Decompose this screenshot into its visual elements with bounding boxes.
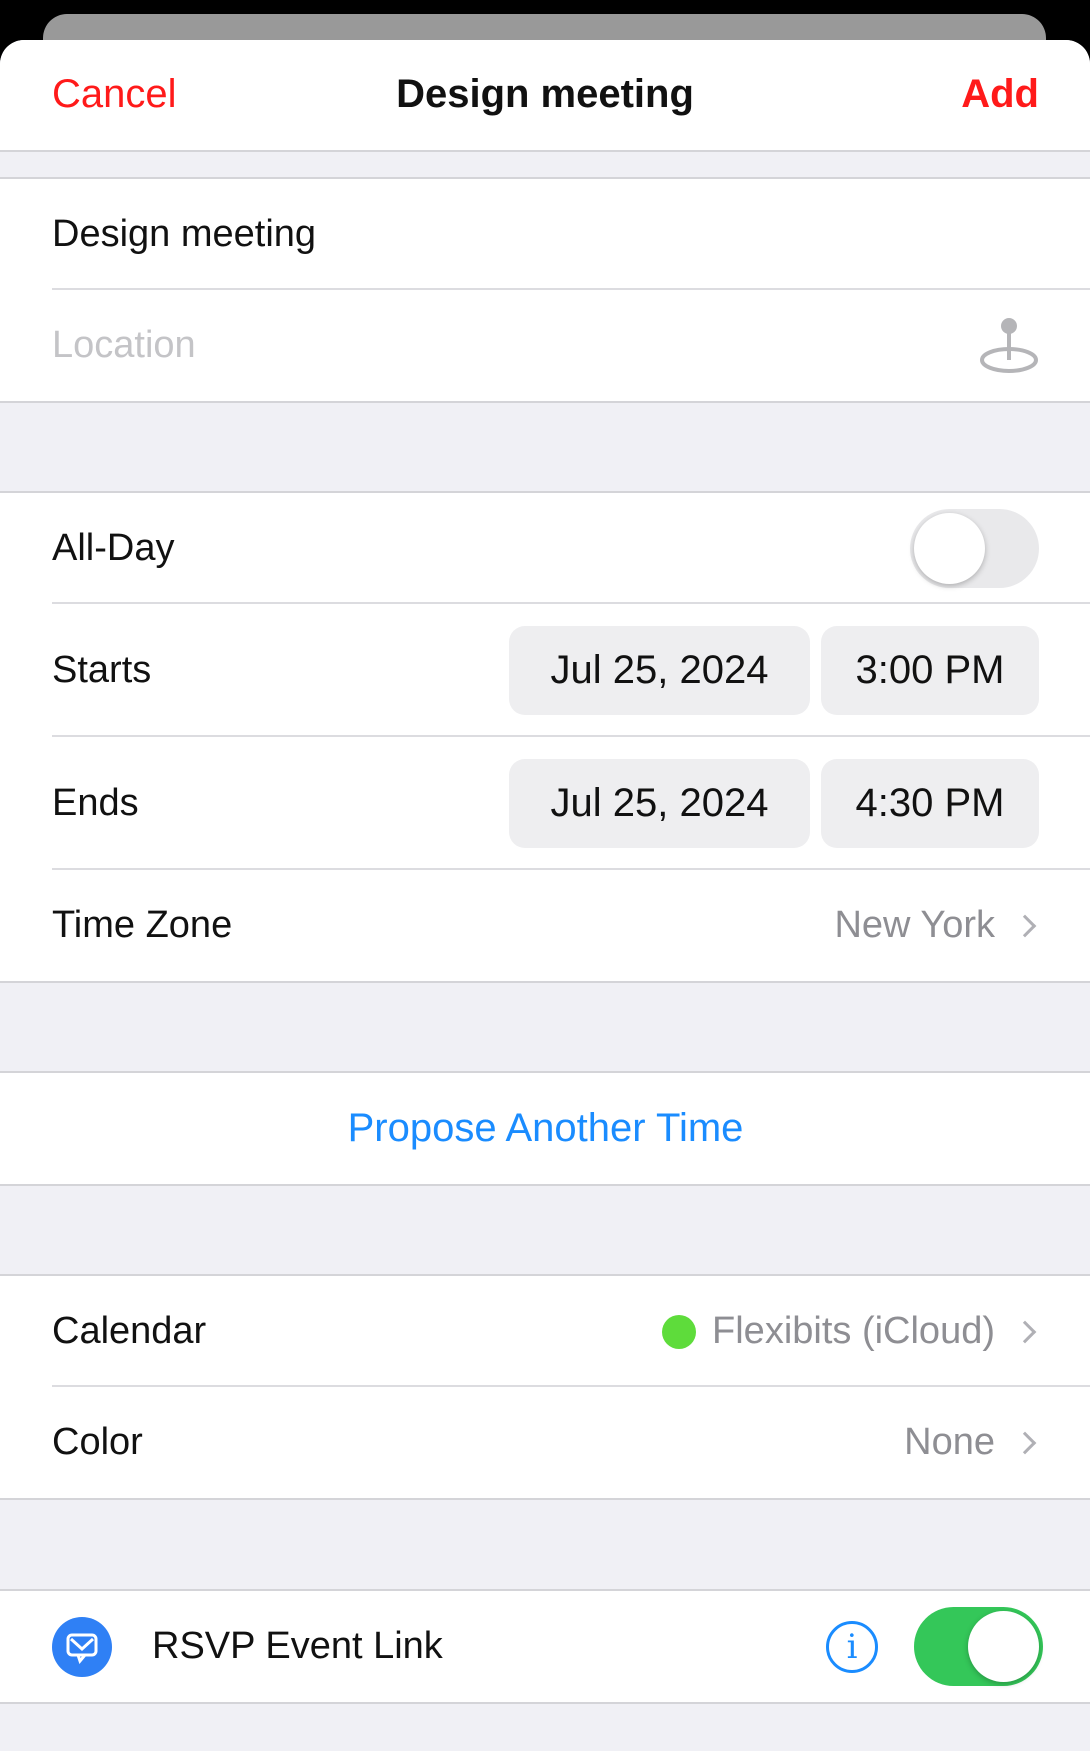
add-button[interactable]: Add bbox=[961, 72, 1039, 117]
nav-bar: Cancel Design meeting Add bbox=[0, 40, 1090, 152]
cancel-button[interactable]: Cancel bbox=[52, 72, 177, 117]
envelope-icon bbox=[52, 1616, 112, 1677]
all-day-label: All-Day bbox=[52, 527, 175, 569]
title-location-group: Design meeting Location bbox=[0, 177, 1090, 403]
chevron-right-icon bbox=[1013, 1431, 1037, 1454]
calendar-row[interactable]: Calendar Flexibits (iCloud) bbox=[0, 1276, 1090, 1387]
ends-time-button[interactable]: 4:30 PM bbox=[821, 759, 1039, 848]
color-label: Color bbox=[52, 1421, 143, 1463]
calendar-label: Calendar bbox=[52, 1310, 207, 1352]
chevron-right-icon bbox=[1013, 1320, 1037, 1343]
toggle-knob bbox=[914, 513, 985, 584]
rsvp-group: RSVP Event Link i bbox=[0, 1589, 1090, 1704]
time-zone-value: New York bbox=[834, 904, 995, 946]
schedule-group: All-Day Starts Jul 25, 2024 3:00 PM Ends… bbox=[0, 491, 1090, 983]
location-placeholder: Location bbox=[52, 324, 196, 366]
rsvp-row: RSVP Event Link i bbox=[0, 1591, 1090, 1702]
chevron-right-icon bbox=[1013, 914, 1037, 937]
starts-label: Starts bbox=[52, 649, 152, 691]
calendar-group: Calendar Flexibits (iCloud) Color None bbox=[0, 1274, 1090, 1500]
rsvp-label: RSVP Event Link bbox=[152, 1625, 443, 1667]
calendar-value: Flexibits (iCloud) bbox=[712, 1310, 995, 1352]
starts-time-button[interactable]: 3:00 PM bbox=[821, 626, 1039, 715]
toggle-knob bbox=[968, 1611, 1039, 1682]
time-zone-row[interactable]: Time Zone New York bbox=[0, 870, 1090, 981]
title-value: Design meeting bbox=[52, 213, 317, 255]
rsvp-toggle[interactable] bbox=[914, 1607, 1043, 1686]
new-event-sheet: Cancel Design meeting Add Design meeting… bbox=[0, 40, 1090, 1751]
calendar-color-dot bbox=[662, 1314, 697, 1349]
ends-row: Ends Jul 25, 2024 4:30 PM bbox=[0, 737, 1090, 870]
starts-row: Starts Jul 25, 2024 3:00 PM bbox=[0, 604, 1090, 737]
color-row[interactable]: Color None bbox=[0, 1387, 1090, 1498]
location-field[interactable]: Location bbox=[0, 290, 1090, 401]
all-day-toggle[interactable] bbox=[910, 509, 1039, 588]
starts-date-button[interactable]: Jul 25, 2024 bbox=[509, 626, 810, 715]
ends-date-button[interactable]: Jul 25, 2024 bbox=[509, 759, 810, 848]
time-zone-label: Time Zone bbox=[52, 904, 233, 946]
propose-group: Propose Another Time bbox=[0, 1071, 1090, 1186]
title-field[interactable]: Design meeting bbox=[0, 179, 1090, 290]
info-icon[interactable]: i bbox=[826, 1620, 878, 1673]
all-day-row: All-Day bbox=[0, 493, 1090, 604]
ends-label: Ends bbox=[52, 782, 139, 824]
propose-another-time-button[interactable]: Propose Another Time bbox=[0, 1073, 1090, 1184]
map-pin-icon[interactable] bbox=[979, 316, 1039, 376]
color-value: None bbox=[904, 1421, 995, 1463]
